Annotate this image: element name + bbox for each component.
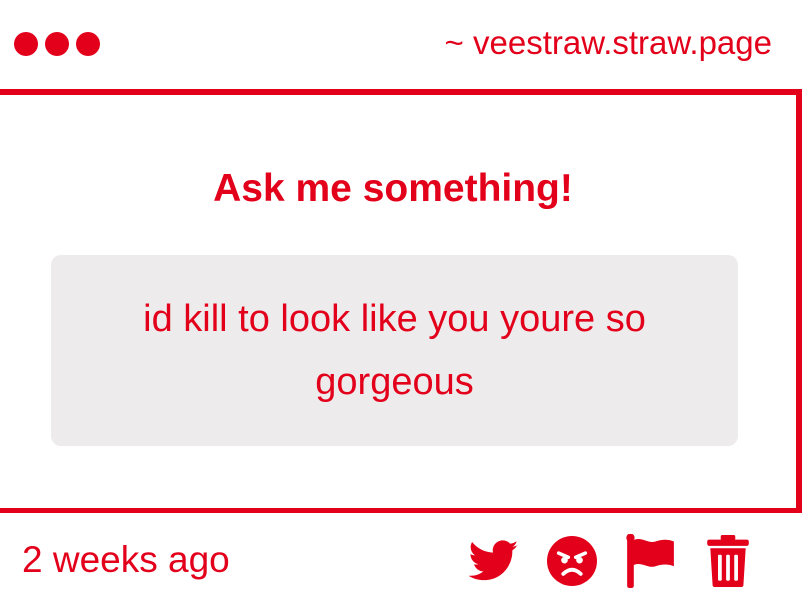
window-dot-icon[interactable]	[45, 32, 69, 56]
trash-icon	[707, 535, 749, 587]
question-text: id kill to look like you youre so gorgeo…	[143, 297, 646, 403]
window-dot-icon[interactable]	[76, 32, 100, 56]
title-bar: ~ veestraw.straw.page	[0, 0, 802, 89]
footer: 2 weeks ago	[0, 513, 802, 608]
timestamp: 2 weeks ago	[22, 539, 230, 580]
action-bar	[468, 534, 754, 588]
report-button[interactable]	[624, 534, 676, 588]
main-content: Ask me something! id kill to look like y…	[0, 95, 796, 508]
twitter-share-button[interactable]	[468, 535, 520, 587]
window-controls	[14, 32, 100, 56]
question-card: id kill to look like you youre so gorgeo…	[51, 255, 738, 446]
react-button[interactable]	[546, 535, 598, 587]
page-url[interactable]: ~ veestraw.straw.page	[445, 24, 772, 62]
flag-icon	[626, 534, 674, 588]
twitter-icon	[469, 540, 519, 581]
delete-button[interactable]	[702, 535, 754, 587]
page-title: Ask me something!	[213, 167, 573, 210]
app-window: ~ veestraw.straw.page Ask me something! …	[0, 0, 802, 608]
window-dot-icon[interactable]	[14, 32, 38, 56]
right-border	[796, 95, 802, 508]
angry-face-icon	[547, 536, 597, 586]
